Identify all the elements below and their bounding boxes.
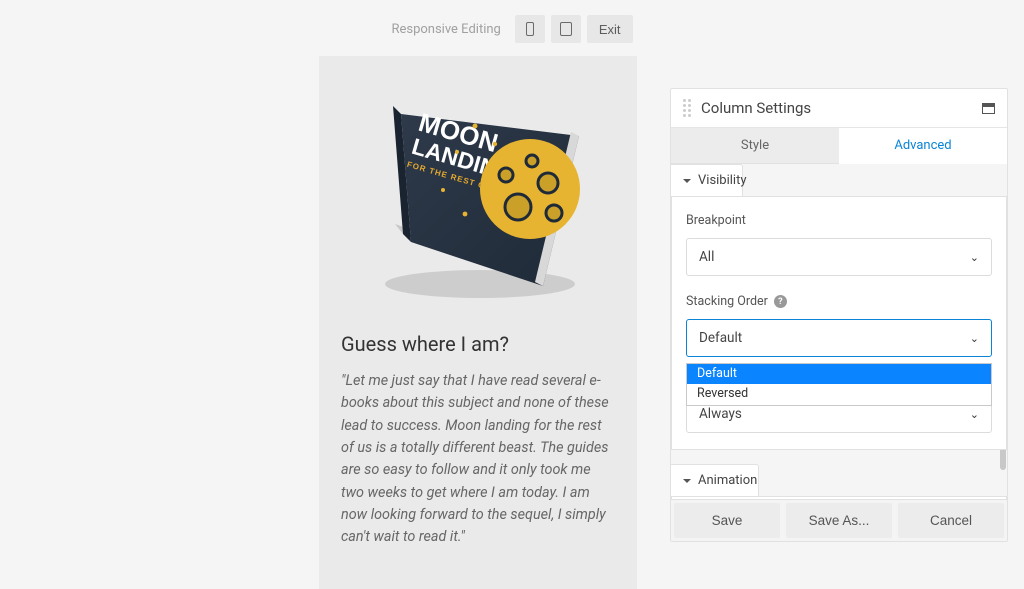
section-visibility-toggle[interactable]: Visibility (671, 164, 743, 197)
section-animation-body: Animation None ⌄ (671, 496, 1007, 499)
tablet-icon (560, 22, 572, 36)
phone-icon (526, 22, 534, 36)
section-visibility-body: Breakpoint All ⌄ Stacking Order ? Defaul… (671, 196, 1007, 450)
responsive-toolbar: Responsive Editing Exit (0, 15, 1024, 43)
breakpoint-select[interactable]: All ⌄ (686, 238, 992, 276)
preview-heading: Guess where I am? (319, 332, 637, 370)
section-animation-toggle[interactable]: Animation (671, 464, 759, 497)
tab-advanced[interactable]: Advanced (839, 128, 1007, 164)
stacking-order-label: Stacking Order ? (686, 294, 992, 309)
breakpoint-label: Breakpoint (686, 213, 992, 228)
panel-title: Column Settings (701, 99, 982, 117)
settings-tabs: Style Advanced (671, 128, 1007, 164)
visibility-always-value: Always (699, 406, 742, 422)
chevron-down-icon: ⌄ (970, 251, 979, 264)
stacking-order-select[interactable]: Default ⌄ (686, 319, 992, 357)
tablet-view-button[interactable] (551, 15, 581, 43)
chevron-down-icon: ⌄ (970, 332, 979, 345)
exit-button[interactable]: Exit (587, 15, 633, 43)
section-animation-title: Animation (698, 473, 757, 488)
panel-header[interactable]: Column Settings (671, 89, 1007, 128)
panel-footer: Save Save As... Cancel (671, 499, 1007, 541)
save-as-button[interactable]: Save As... (786, 503, 892, 538)
column-settings-panel: Column Settings Style Advanced Visibilit… (670, 88, 1008, 542)
stacking-order-dropdown: Default Reversed (686, 363, 992, 406)
book-image: MOON LANDING FOR THE REST OF US (319, 74, 637, 332)
settings-body: Visibility Breakpoint All ⌄ Stacking Ord… (671, 164, 1007, 499)
breakpoint-value: All (699, 249, 714, 265)
drag-handle-icon[interactable] (683, 98, 693, 118)
tab-style[interactable]: Style (671, 128, 839, 164)
preview-panel: MOON LANDING FOR THE REST OF US Guess wh… (319, 56, 637, 589)
section-visibility-title: Visibility (698, 173, 747, 188)
dropdown-option-default[interactable]: Default (687, 364, 991, 384)
help-icon[interactable]: ? (774, 295, 787, 308)
phone-view-button[interactable] (515, 15, 545, 43)
dropdown-option-reversed[interactable]: Reversed (687, 384, 991, 404)
window-icon[interactable] (982, 103, 995, 114)
responsive-label: Responsive Editing (391, 22, 500, 37)
chevron-down-icon: ⌄ (970, 408, 979, 421)
stacking-order-value: Default (699, 330, 742, 346)
save-button[interactable]: Save (674, 503, 780, 538)
cancel-button[interactable]: Cancel (898, 503, 1004, 538)
chevron-down-icon (683, 179, 691, 183)
chevron-down-icon (683, 479, 691, 483)
preview-body-text: "Let me just say that I have read severa… (319, 370, 637, 549)
